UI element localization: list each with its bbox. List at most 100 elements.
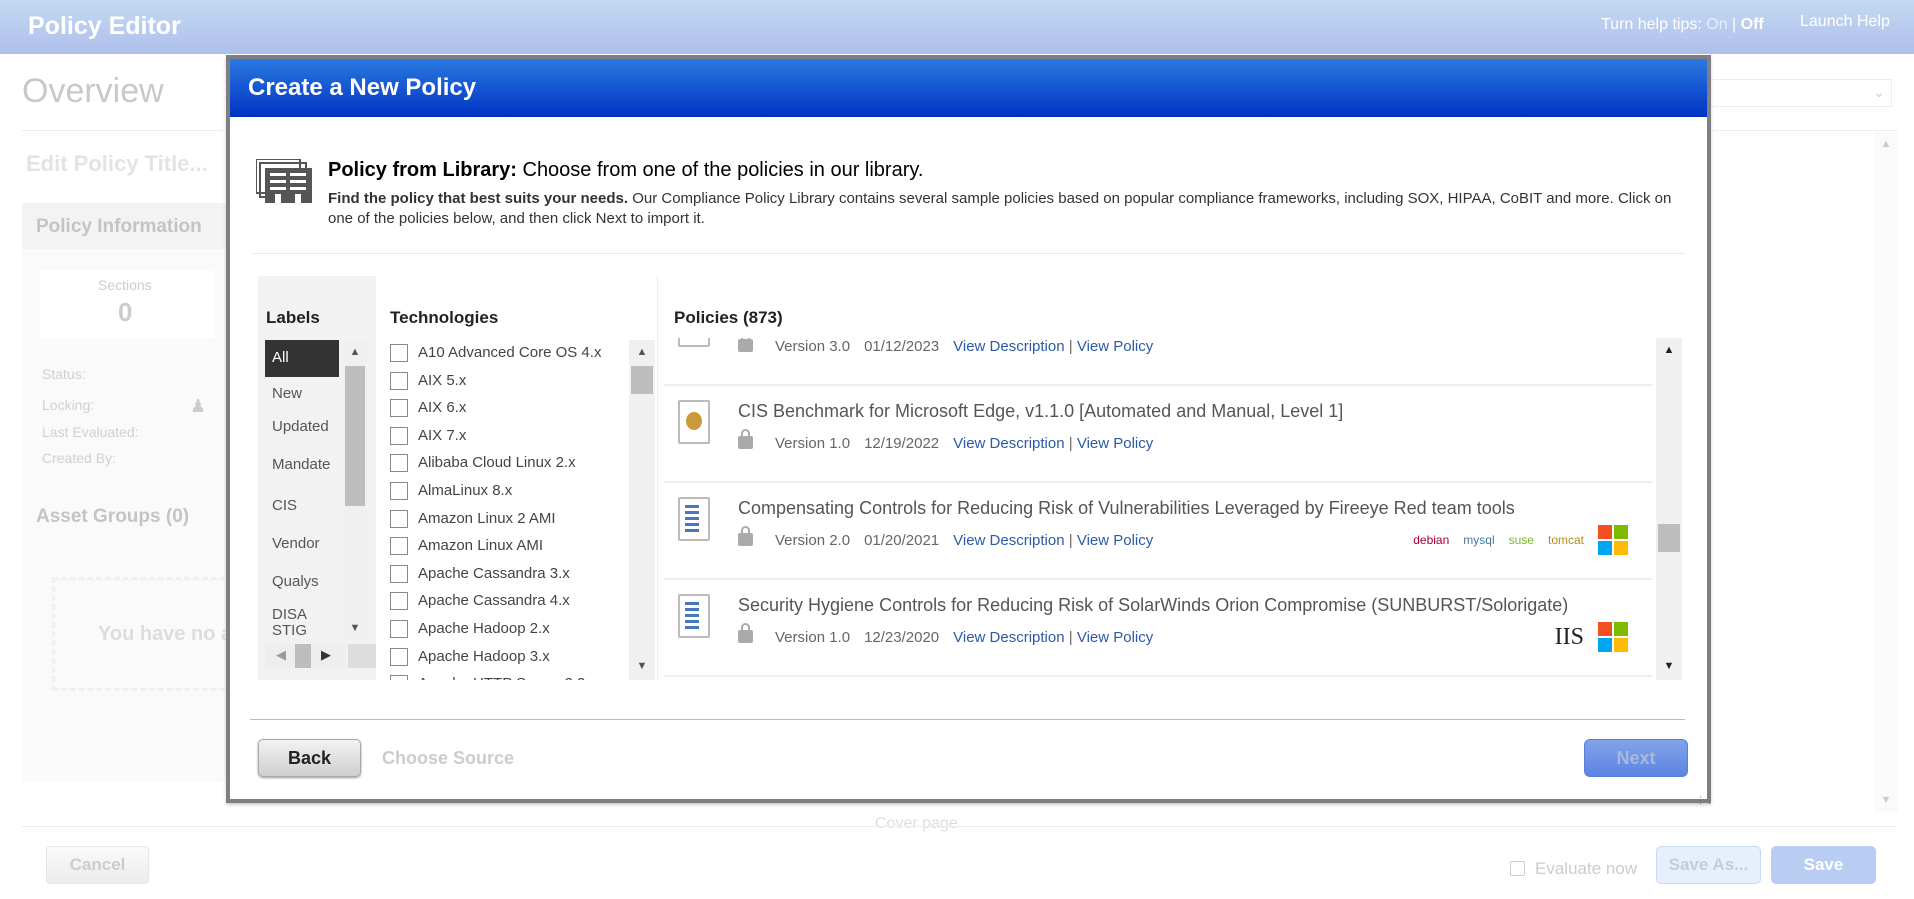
save-as-button[interactable]: Save As... <box>1656 846 1761 884</box>
view-description-link[interactable]: View Description <box>953 532 1064 549</box>
back-button[interactable]: Back <box>258 739 361 777</box>
label-item[interactable]: Vendor <box>265 528 339 565</box>
help-tips-off[interactable]: Off <box>1741 16 1764 33</box>
policies-scrollbar[interactable]: ▲ ▼ <box>1656 338 1682 680</box>
labels-panel: Labels All New Updated Mandate CIS Vendor Qual… <box>258 276 376 680</box>
scroll-up-icon[interactable]: ▲ <box>629 346 655 358</box>
sections-count: 0 <box>118 297 133 327</box>
view-policy-link[interactable]: View Policy <box>1077 629 1153 646</box>
technology-checkbox[interactable] <box>390 426 408 445</box>
policy-name[interactable]: Security Hygiene Controls for Reducing R… <box>738 595 1568 616</box>
scroll-left-icon[interactable]: ◀ <box>276 647 286 663</box>
technology-checkbox[interactable] <box>390 482 408 501</box>
technology-item[interactable]: AlmaLinux 8.x <box>390 482 512 509</box>
policy-library-icon <box>255 158 312 208</box>
technology-item[interactable]: Apache Cassandra 4.x <box>390 592 570 619</box>
policy-row[interactable]: Version 3.0 01/12/2023 View Description | … <box>664 338 1652 386</box>
resize-grip-icon[interactable]: ⋮⋮ <box>1696 795 1714 806</box>
main-scrollbar[interactable]: ▲ ▼ <box>1874 132 1898 812</box>
edit-policy-title[interactable]: Edit Policy Title... <box>26 151 208 177</box>
technology-item[interactable]: Apache HTTP Server 2.2.x <box>390 675 597 680</box>
scroll-down-icon[interactable]: ▼ <box>343 622 367 634</box>
next-button[interactable]: Next <box>1584 739 1688 777</box>
scroll-thumb[interactable] <box>295 644 311 668</box>
scroll-up-icon[interactable]: ▲ <box>1656 344 1682 356</box>
divider <box>253 253 1685 254</box>
technology-item[interactable]: AIX 7.x <box>390 427 466 454</box>
label-item[interactable]: All <box>265 340 339 377</box>
label-item[interactable]: Updated <box>265 415 335 452</box>
technology-label: Amazon Linux AMI <box>418 537 544 555</box>
label-item[interactable]: DISA STIG <box>265 603 335 640</box>
scroll-down-icon[interactable]: ▼ <box>1874 794 1898 806</box>
technology-item[interactable]: Apache Cassandra 3.x <box>390 565 570 592</box>
scroll-thumb[interactable] <box>345 366 365 506</box>
technology-checkbox[interactable] <box>390 509 408 528</box>
technology-item[interactable]: Apache Hadoop 2.x <box>390 620 550 647</box>
scroll-thumb[interactable] <box>631 366 653 394</box>
technology-icons: debian mysql suse tomcat <box>1413 525 1628 555</box>
labels-horizontal-scrollbar[interactable]: ◀ ▶ <box>265 644 346 668</box>
library-description: Find the policy that best suits your nee… <box>328 189 1698 229</box>
policy-meta: Version 2.0 01/20/2021 View Description | … <box>738 526 1153 549</box>
scroll-up-icon[interactable]: ▲ <box>1874 138 1898 150</box>
policy-date: 01/12/2023 <box>864 338 940 355</box>
technology-checkbox[interactable] <box>390 564 408 583</box>
policy-name[interactable]: CIS Benchmark for Microsoft Edge, v1.1.0… <box>738 401 1343 422</box>
scroll-right-icon[interactable]: ▶ <box>321 647 331 663</box>
view-description-link[interactable]: View Description <box>953 435 1064 452</box>
technology-checkbox[interactable] <box>390 620 408 639</box>
technology-item[interactable]: Amazon Linux AMI <box>390 537 543 564</box>
dialog-header[interactable]: Create a New Policy <box>230 59 1707 117</box>
technology-item[interactable]: Alibaba Cloud Linux 2.x <box>390 454 576 481</box>
labels-scrollbar[interactable]: ▲ ▼ <box>343 340 367 640</box>
choose-source-step: Choose Source <box>382 748 515 768</box>
view-policy-link[interactable]: View Policy <box>1077 435 1153 452</box>
view-policy-link[interactable]: View Policy <box>1077 532 1153 549</box>
technology-checkbox[interactable] <box>390 454 408 473</box>
technology-item[interactable]: AIX 6.x <box>390 399 466 426</box>
scroll-up-icon[interactable]: ▲ <box>343 346 367 358</box>
view-description-link[interactable]: View Description <box>953 338 1064 355</box>
windows-logo-icon <box>1598 525 1628 555</box>
technology-item[interactable]: AIX 5.x <box>390 372 466 399</box>
library-heading: Policy from Library: Choose from one of … <box>328 159 923 182</box>
technology-checkbox[interactable] <box>390 592 408 611</box>
chevron-down-icon: ⌄ <box>1873 84 1885 100</box>
technology-checkbox[interactable] <box>390 371 408 390</box>
view-description-link[interactable]: View Description <box>953 629 1064 646</box>
launch-help-link[interactable]: Launch Help <box>1800 13 1890 31</box>
policy-row[interactable]: Security Hygiene Controls for Reducing R… <box>664 580 1652 677</box>
save-button[interactable]: Save <box>1771 846 1876 884</box>
label-item[interactable]: CIS <box>265 490 339 527</box>
policy-name[interactable]: Compensating Controls for Reducing Risk … <box>738 498 1515 519</box>
scroll-down-icon[interactable]: ▼ <box>1656 660 1682 672</box>
technology-checkbox[interactable] <box>390 344 408 363</box>
technology-checkbox[interactable] <box>390 399 408 418</box>
cancel-button[interactable]: Cancel <box>46 846 149 884</box>
cover-page-option[interactable]: Cover page <box>875 815 958 833</box>
policy-row[interactable]: CIS Benchmark for Microsoft Edge, v1.1.0… <box>664 386 1652 483</box>
technology-checkbox[interactable] <box>390 675 408 680</box>
document-icon <box>678 594 710 638</box>
label-item[interactable]: Mandate <box>265 453 335 490</box>
evaluate-now-checkbox[interactable] <box>1510 861 1525 876</box>
view-dropdown[interactable]: ⌄ <box>1709 79 1892 107</box>
technology-checkbox[interactable] <box>390 647 408 666</box>
technology-item[interactable]: A10 Advanced Core OS 4.x <box>390 344 601 371</box>
technology-label: Apache Hadoop 2.x <box>418 620 550 637</box>
scroll-thumb[interactable] <box>1658 524 1680 552</box>
label-item[interactable]: New <box>265 378 339 415</box>
technology-item[interactable]: Amazon Linux 2 AMI <box>390 510 556 537</box>
help-tips-label: Turn help tips: <box>1601 16 1702 33</box>
technology-item[interactable]: Apache Hadoop 3.x <box>390 648 550 675</box>
label-item[interactable]: Qualys <box>265 566 339 603</box>
mysql-logo-icon: mysql <box>1463 533 1495 547</box>
technology-checkbox[interactable] <box>390 537 408 556</box>
cis-document-icon <box>678 400 710 444</box>
policy-row[interactable]: Compensating Controls for Reducing Risk … <box>664 483 1652 580</box>
help-tips-on[interactable]: On <box>1706 16 1727 33</box>
scroll-down-icon[interactable]: ▼ <box>629 660 655 672</box>
view-policy-link[interactable]: View Policy <box>1077 338 1153 355</box>
technologies-scrollbar[interactable]: ▲ ▼ <box>629 340 655 680</box>
